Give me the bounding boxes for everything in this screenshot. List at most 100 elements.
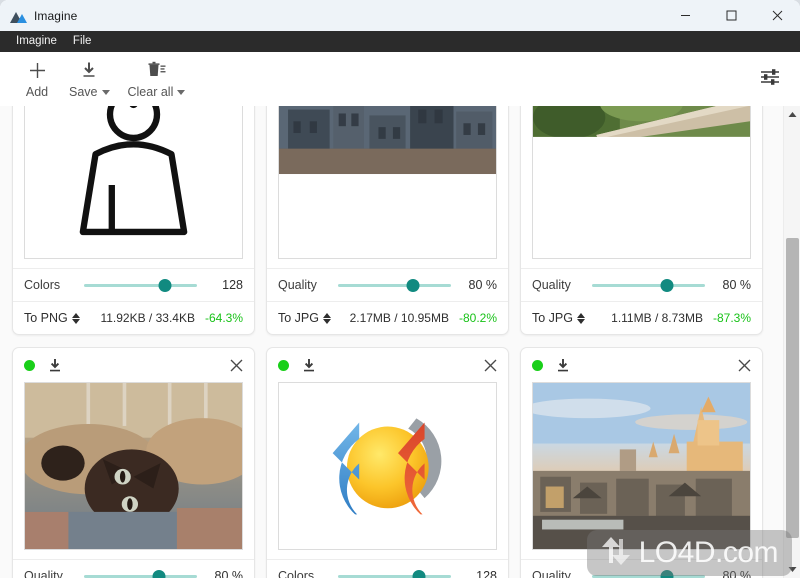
close-icon[interactable] [738, 359, 751, 372]
slider-row: Quality 80 % [267, 268, 508, 301]
slider-row: Colors 128 [13, 268, 254, 301]
reduction-percent: -64.3% [204, 311, 243, 325]
chevron-down-icon [177, 89, 186, 95]
close-icon[interactable] [754, 0, 800, 31]
slider-value: 128 [476, 569, 497, 578]
slider-row: Quality 80 % [521, 559, 762, 578]
cards-scroll-area[interactable]: Colors 128 To PNG 11.92KB / 33.4KB -64.3… [0, 106, 800, 578]
clear-all-button[interactable]: Clear all [119, 54, 195, 104]
slider-value: 128 [222, 278, 243, 292]
quality-slider[interactable] [592, 568, 705, 578]
slider-value: 80 % [468, 278, 498, 292]
format-selector[interactable]: To PNG [24, 311, 80, 325]
title-bar: Imagine [0, 0, 800, 31]
image-thumbnail[interactable] [278, 382, 497, 550]
slider-label: Colors [278, 569, 315, 578]
file-sizes: 2.17MB / 10.95MB [349, 311, 449, 325]
image-thumbnail[interactable] [24, 382, 243, 550]
image-thumbnail[interactable] [532, 382, 751, 550]
quality-slider[interactable] [84, 277, 197, 293]
download-icon[interactable] [48, 358, 62, 373]
vertical-scrollbar[interactable] [783, 106, 800, 578]
close-icon[interactable] [484, 359, 497, 372]
slider-track [338, 284, 451, 287]
close-icon[interactable] [230, 359, 243, 372]
quality-slider[interactable] [338, 568, 451, 578]
download-icon[interactable] [302, 358, 316, 373]
mountain-logo-icon [10, 9, 27, 23]
slider-label: Quality [532, 569, 571, 578]
status-badge [24, 359, 35, 371]
slider-label: Quality [532, 278, 571, 292]
status-badge [532, 359, 543, 371]
slider-handle[interactable] [158, 279, 172, 292]
slider-row: Quality 80 % [521, 268, 762, 301]
spinner-updown-icon[interactable] [71, 312, 80, 324]
image-thumbnail[interactable] [24, 106, 243, 259]
card-header [13, 348, 254, 382]
app-window: Imagine Imagine File Add Save Clear all … [0, 0, 800, 578]
slider-label: Quality [24, 569, 63, 578]
download-icon[interactable] [556, 358, 570, 373]
reduction-percent: -80.2% [458, 311, 497, 325]
toolbar: Add Save Clear all [0, 52, 800, 106]
format-selector[interactable]: To JPG [278, 311, 331, 325]
save-button-label: Save [69, 85, 98, 99]
card-header [521, 348, 762, 382]
add-button[interactable]: Add [14, 54, 60, 104]
sliders-settings-icon[interactable] [754, 61, 786, 98]
format-row: To JPG 1.11MB / 8.73MB -87.3% [521, 301, 762, 334]
image-thumbnail[interactable] [532, 106, 751, 259]
cards-grid: Colors 128 To PNG 11.92KB / 33.4KB -64.3… [0, 106, 780, 578]
clear-all-button-label: Clear all [127, 85, 174, 99]
slider-value: 80 % [214, 569, 244, 578]
slider-label: Quality [278, 278, 317, 292]
slider-handle[interactable] [152, 570, 166, 578]
format-label: To JPG [278, 311, 319, 325]
slider-handle[interactable] [406, 279, 420, 292]
spinner-updown-icon[interactable] [577, 312, 585, 324]
format-row: To PNG 11.92KB / 33.4KB -64.3% [13, 301, 254, 334]
format-selector[interactable]: To JPG [532, 311, 585, 325]
quality-slider[interactable] [592, 277, 705, 293]
format-row: To JPG 2.17MB / 10.95MB -80.2% [267, 301, 508, 334]
save-button[interactable]: Save [60, 54, 119, 104]
reduction-percent: -87.3% [712, 311, 751, 325]
download-icon [80, 59, 98, 81]
slider-row: Quality 80 % [13, 559, 254, 578]
slider-track [592, 284, 705, 287]
slider-handle[interactable] [412, 570, 426, 578]
add-button-label: Add [25, 85, 49, 99]
window-title: Imagine [34, 8, 78, 23]
chevron-down-icon[interactable] [784, 561, 800, 578]
trash-icon [146, 59, 166, 81]
slider-label: Colors [24, 278, 61, 292]
file-sizes: 1.11MB / 8.73MB [611, 311, 703, 325]
image-card: Colors 128 To PNG 11.92KB / 33.4KB -64.3… [12, 106, 255, 335]
maximize-icon[interactable] [708, 0, 754, 31]
spinner-updown-icon[interactable] [323, 312, 331, 324]
slider-row: Colors 128 [267, 559, 508, 578]
plus-icon [28, 59, 47, 81]
file-sizes: 11.92KB / 33.4KB [100, 311, 195, 325]
chevron-up-icon[interactable] [784, 106, 800, 123]
slider-value: 80 % [722, 278, 752, 292]
menu-item-imagine[interactable]: Imagine [8, 31, 65, 52]
minimize-icon[interactable] [662, 0, 708, 31]
menu-item-file[interactable]: File [65, 31, 100, 52]
status-badge [278, 359, 289, 371]
quality-slider[interactable] [84, 568, 197, 578]
window-controls [662, 0, 800, 31]
slider-track [84, 284, 197, 287]
format-label: To JPG [532, 311, 573, 325]
scrollbar-thumb[interactable] [786, 238, 799, 538]
card-header [267, 348, 508, 382]
slider-handle[interactable] [660, 570, 674, 578]
image-thumbnail[interactable] [278, 106, 497, 259]
menu-bar: Imagine File [0, 31, 800, 52]
quality-slider[interactable] [338, 277, 451, 293]
slider-handle[interactable] [660, 279, 674, 292]
image-card: Quality 80 % To JPG 1MB / 4.19MB -76.2% [12, 347, 255, 578]
image-card: Quality 80 % To JPG 3.04MB / 3.77MB -19.… [520, 347, 763, 578]
slider-value: 80 % [722, 569, 752, 578]
